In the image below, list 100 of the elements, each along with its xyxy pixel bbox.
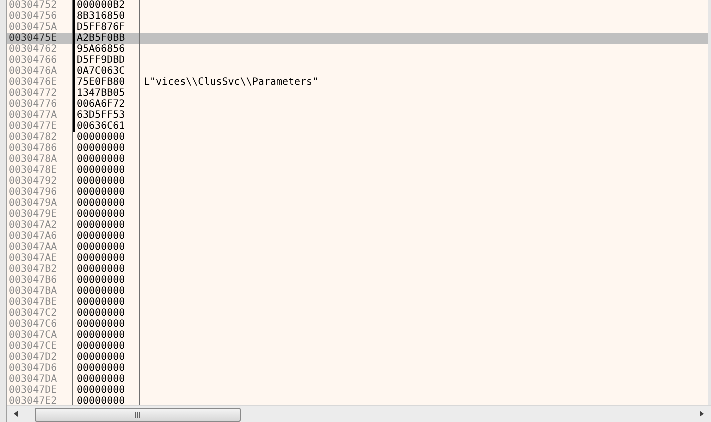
value-cell: 00000000: [73, 220, 140, 231]
value-cell: 00000000: [73, 363, 140, 374]
address-cell: 0030478A: [7, 154, 73, 165]
horizontal-scrollbar[interactable]: [7, 405, 711, 422]
value-cell: 95A66856: [73, 44, 140, 55]
address-cell: 003047A2: [7, 220, 73, 231]
address-cell: 00304782: [7, 132, 73, 143]
value-cell: 000000B2: [73, 0, 140, 11]
address-cell: 00304756: [7, 11, 73, 22]
stack-row[interactable]: 003047CA 00000000: [7, 330, 708, 341]
address-cell: 003047B2: [7, 264, 73, 275]
stack-row[interactable]: 0030477A 63D5FF53: [7, 110, 708, 121]
stack-row[interactable]: 0030477E 00636C61: [7, 121, 708, 132]
value-cell: A2B5F0BB: [73, 33, 140, 44]
address-cell: 003047DA: [7, 374, 73, 385]
address-cell: 003047CE: [7, 341, 73, 352]
address-cell: 003047A6: [7, 231, 73, 242]
address-cell: 003047BE: [7, 297, 73, 308]
address-cell: 003047AE: [7, 253, 73, 264]
value-cell: 00000000: [73, 352, 140, 363]
stack-row[interactable]: 003047C2 00000000: [7, 308, 708, 319]
stack-row[interactable]: 003047A6 00000000: [7, 231, 708, 242]
stack-row[interactable]: 00304756 8B316850: [7, 11, 708, 22]
stack-row[interactable]: 003047BE 00000000: [7, 297, 708, 308]
value-cell: 00000000: [73, 143, 140, 154]
stack-row[interactable]: 00304772 1347BB05: [7, 88, 708, 99]
address-cell: 00304786: [7, 143, 73, 154]
value-cell: 00636C61: [73, 121, 140, 132]
value-cell: 00000000: [73, 264, 140, 275]
value-cell: 00000000: [73, 187, 140, 198]
stack-row[interactable]: 0030476E 75E0FB80 L"vices\\ClusSvc\\Parameters": [7, 77, 708, 88]
value-cell: 00000000: [73, 154, 140, 165]
stack-row[interactable]: 003047BA 00000000: [7, 286, 708, 297]
value-cell: 0A7C063C: [73, 66, 140, 77]
stack-row[interactable]: 003047A2 00000000: [7, 220, 708, 231]
address-cell: 003047DE: [7, 385, 73, 396]
value-cell: 00000000: [73, 297, 140, 308]
value-cell: 00000000: [73, 176, 140, 187]
value-cell: D5FF9DBD: [73, 55, 140, 66]
stack-row[interactable]: 00304752 000000B2: [7, 0, 708, 11]
value-cell: 00000000: [73, 231, 140, 242]
address-cell: 0030476A: [7, 66, 73, 77]
address-cell: 003047BA: [7, 286, 73, 297]
address-cell: 0030478E: [7, 165, 73, 176]
value-cell: 00000000: [73, 385, 140, 396]
value-cell: 00000000: [73, 341, 140, 352]
address-cell: 003047D6: [7, 363, 73, 374]
stack-row[interactable]: 003047B2 00000000: [7, 264, 708, 275]
value-cell: 00000000: [73, 275, 140, 286]
address-cell: 003047D2: [7, 352, 73, 363]
address-cell: 0030476E: [7, 77, 73, 88]
value-cell: 006A6F72: [73, 99, 140, 110]
stack-row[interactable]: 00304786 00000000: [7, 143, 708, 154]
address-cell: 0030475E: [7, 33, 73, 44]
stack-row[interactable]: 0030479A 00000000: [7, 198, 708, 209]
stack-row[interactable]: 003047DE 00000000: [7, 385, 708, 396]
stack-row[interactable]: 00304792 00000000: [7, 176, 708, 187]
stack-row[interactable]: 003047D6 00000000: [7, 363, 708, 374]
value-cell: 75E0FB80: [73, 77, 140, 88]
stack-row[interactable]: 00304796 00000000: [7, 187, 708, 198]
address-cell: 0030477A: [7, 110, 73, 121]
stack-row[interactable]: 003047AE 00000000: [7, 253, 708, 264]
value-cell: 1347BB05: [73, 88, 140, 99]
stack-row[interactable]: 0030475E A2B5F0BB: [7, 33, 708, 44]
stack-row[interactable]: 003047C6 00000000: [7, 319, 708, 330]
comment-cell-text: L"vices\\ClusSvc\\Parameters": [143, 77, 319, 88]
stack-row[interactable]: 00304762 95A66856: [7, 44, 708, 55]
stack-row[interactable]: 00304782 00000000: [7, 132, 708, 143]
stack-row[interactable]: 00304766 D5FF9DBD: [7, 55, 708, 66]
value-cell: 00000000: [73, 286, 140, 297]
stack-row[interactable]: 00304776 006A6F72: [7, 99, 708, 110]
address-cell: 003047C2: [7, 308, 73, 319]
stack-row[interactable]: 0030478E 00000000: [7, 165, 708, 176]
value-cell: 00000000: [73, 374, 140, 385]
address-cell: 0030479E: [7, 209, 73, 220]
value-cell: 00000000: [73, 308, 140, 319]
stack-row[interactable]: 003047DA 00000000: [7, 374, 708, 385]
value-cell: 00000000: [73, 132, 140, 143]
stack-row[interactable]: 0030478A 00000000: [7, 154, 708, 165]
stack-row[interactable]: 003047D2 00000000: [7, 352, 708, 363]
stack-row[interactable]: 003047B6 00000000: [7, 275, 708, 286]
value-cell: 00000000: [73, 319, 140, 330]
value-cell: 00000000: [73, 198, 140, 209]
address-cell: 003047C6: [7, 319, 73, 330]
stack-row[interactable]: 0030479E 00000000: [7, 209, 708, 220]
address-cell: 003047CA: [7, 330, 73, 341]
address-cell: 00304762: [7, 44, 73, 55]
scroll-thumb[interactable]: [35, 408, 241, 422]
address-cell: 0030479A: [7, 198, 73, 209]
value-cell: 8B316850: [73, 11, 140, 22]
stack-row[interactable]: 003047CE 00000000: [7, 341, 708, 352]
value-cell: 00000000: [73, 253, 140, 264]
address-cell: 00304796: [7, 187, 73, 198]
value-cell: 00000000: [73, 209, 140, 220]
stack-row[interactable]: 003047AA 00000000: [7, 242, 708, 253]
stack-row[interactable]: 0030476A 0A7C063C: [7, 66, 708, 77]
value-cell: 00000000: [73, 165, 140, 176]
address-cell: 00304776: [7, 99, 73, 110]
address-cell: 003047AA: [7, 242, 73, 253]
value-cell: 63D5FF53: [73, 110, 140, 121]
